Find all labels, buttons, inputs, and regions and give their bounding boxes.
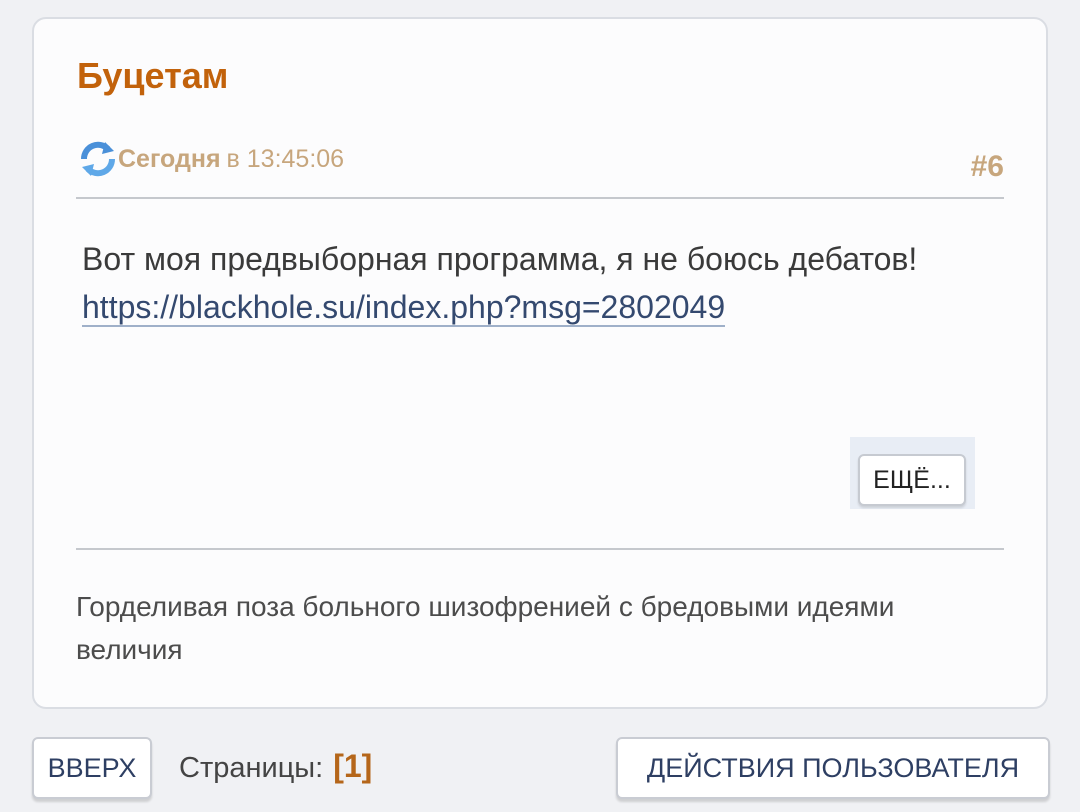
- pagination: Страницы: [1]: [179, 748, 372, 785]
- page: Буцетам Сегодня в 13:45:06 #6 Вот моя пр…: [0, 0, 1080, 812]
- post-body-text: Вот моя предвыборная программа, я не бою…: [82, 241, 918, 277]
- signature: Горделивая поза больного шизофренией с б…: [76, 591, 895, 665]
- user-actions-button[interactable]: ДЕЙСТВИЯ ПОЛЬЗОВАТЕЛЯ: [616, 737, 1050, 799]
- post-number-link[interactable]: #6: [971, 150, 1004, 184]
- post-card: Буцетам Сегодня в 13:45:06 #6 Вот моя пр…: [32, 17, 1048, 709]
- post-body: Вот моя предвыборная программа, я не бою…: [82, 235, 942, 331]
- more-button[interactable]: ЕЩЁ...: [858, 454, 966, 506]
- pages-label: Страницы:: [179, 752, 324, 784]
- divider: [76, 548, 1004, 550]
- divider: [76, 197, 1004, 199]
- post-link[interactable]: https://blackhole.su/index.php?msg=28020…: [82, 289, 726, 327]
- poster-name[interactable]: Буцетам: [77, 55, 228, 97]
- reload-icon: [78, 139, 118, 179]
- post-date-time: в 13:45:06: [226, 144, 345, 173]
- scroll-top-button[interactable]: ВВЕРХ: [32, 737, 152, 799]
- post-meta: Сегодня в 13:45:06: [78, 139, 344, 179]
- current-page: [1]: [333, 748, 373, 784]
- post-date-day: Сегодня: [118, 144, 221, 173]
